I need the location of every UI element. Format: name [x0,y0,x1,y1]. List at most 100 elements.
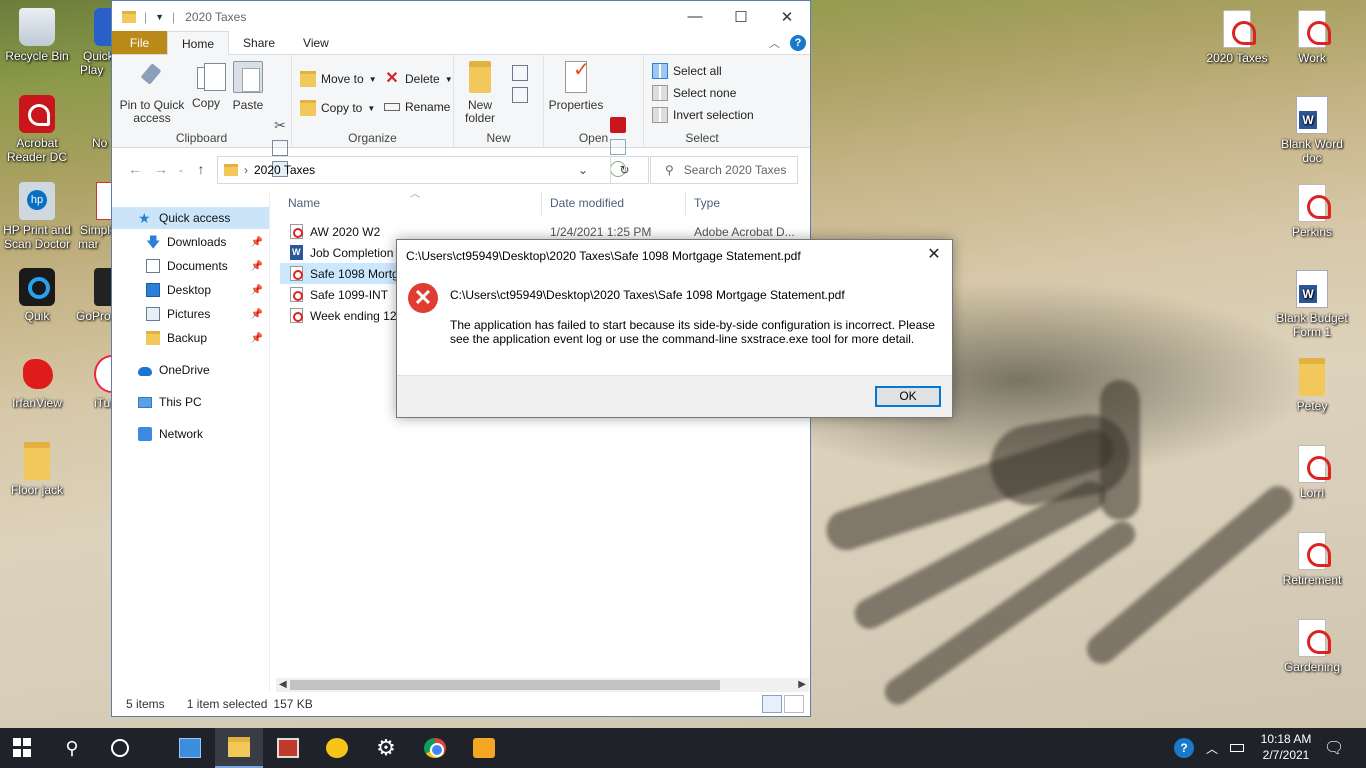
desktop-icon-gopro[interactable]: GoPro [74,268,112,323]
details-view-icon[interactable] [762,695,782,713]
nav-documents[interactable]: Documents 📌 [112,255,269,277]
help-icon[interactable]: ? [790,35,806,51]
desktop-icon-work[interactable]: Work [1275,10,1349,65]
scroll-right-icon[interactable]: ▶ [798,678,806,692]
desktop-icon-acrobat-reader[interactable]: Acrobat Reader DC [0,95,74,164]
copy-button[interactable]: Copy [190,61,226,110]
quik-icon [19,268,55,306]
pin-to-quick-access-button[interactable]: Pin to Quick access [116,61,188,125]
tab-share[interactable]: Share [229,31,289,54]
select-none-button[interactable]: Select none [652,85,736,101]
desktop-icon-perkins[interactable]: Perkins [1275,184,1349,239]
nav-backup[interactable]: Backup 📌 [112,327,269,349]
desktop-icon-lorri[interactable]: Lorri [1275,445,1349,500]
nav-network[interactable]: Network [112,423,269,445]
tab-home[interactable]: Home [167,31,230,55]
word-file-icon [1296,96,1328,134]
nav-this-pc[interactable]: This PC [112,391,269,413]
quick-access-dropdown-icon[interactable]: ▼ [155,12,164,22]
taskbar-settings[interactable]: ⚙ [362,728,410,768]
desktop-icon-simple[interactable]: Simple mar [78,182,112,251]
nav-desktop[interactable]: Desktop 📌 [112,279,269,301]
search-input[interactable]: ⚲ Search 2020 Taxes [650,156,798,184]
help-tray-icon[interactable]: ? [1174,728,1194,768]
desktop-icon-petey[interactable]: Petey [1275,358,1349,413]
back-arrow-icon[interactable]: ← [122,161,148,177]
address-bar[interactable]: › 2020 Taxes ⌄ [217,156,649,184]
nav-pictures[interactable]: Pictures 📌 [112,303,269,325]
desktop-icon-floor-jack[interactable]: Floor jack [0,442,74,497]
large-icons-view-icon[interactable] [784,695,804,713]
clock[interactable]: 10:18 AM 2/7/2021 [1256,731,1316,763]
horizontal-scrollbar[interactable]: ◀ ▶ [276,678,809,692]
nav-onedrive[interactable]: OneDrive [112,359,269,381]
select-group-label: Select [685,131,719,145]
dialog-close-button[interactable]: ✕ [922,244,946,266]
file-explorer-icon [228,737,250,757]
taskbar-photos[interactable] [264,728,312,768]
taskbar-chrome[interactable] [411,728,459,768]
desktop-icon-recycle-bin[interactable]: Recycle Bin [0,8,74,63]
desktop-icon-irfanview[interactable]: IrfanView [0,355,74,410]
pin-icon: 📌 [250,284,263,296]
up-arrow-icon[interactable]: ↑ [188,161,214,177]
title-bar[interactable]: | ▼ | 2020 Taxes — ☐ ✕ [112,1,810,32]
dropdown-arrow-icon: ▼ [368,74,377,84]
nav-downloads[interactable]: 🡇 Downloads 📌 [112,231,269,253]
desktop-icon-quik[interactable]: Quik [0,268,74,323]
taskbar-media-player[interactable] [460,728,508,768]
scrollbar-thumb[interactable] [290,680,720,690]
breadcrumb[interactable]: 2020 Taxes [254,163,315,177]
dropdown-arrow-icon: ▼ [367,103,376,113]
taskbar-norton[interactable] [313,728,361,768]
desktop-icon-blank-budget-form[interactable]: Blank Budget Form 1 [1275,270,1349,339]
taskbar-control-panel[interactable] [166,728,214,768]
search-button[interactable]: ⚲ [48,728,96,768]
select-all-button[interactable]: Select all [652,63,722,79]
desktop-icon-blank-word-doc[interactable]: Blank Word doc [1275,96,1349,165]
select-all-icon [652,63,668,79]
new-item-icon[interactable] [512,65,528,81]
properties-button[interactable]: Properties [548,61,604,112]
delete-button[interactable]: ✕ Delete ▼ [384,71,452,87]
refresh-button[interactable]: ↻ [610,156,638,184]
column-header-type[interactable]: Type [686,191,810,215]
column-header-name[interactable]: Name [280,191,542,215]
control-panel-icon [179,738,201,758]
desktop-icon-no[interactable]: No [80,95,112,150]
move-to-button[interactable]: Move to ▼ [300,71,377,87]
documents-icon [146,259,160,273]
nav-quick-access[interactable]: ★ Quick access [112,207,269,229]
ok-button[interactable]: OK [875,386,941,407]
desktop-icon-gardening[interactable]: Gardening [1275,619,1349,674]
address-dropdown-icon[interactable]: ⌄ [578,163,588,177]
tab-file[interactable]: File [112,31,167,54]
notifications-icon[interactable]: 🗨 [1324,728,1344,768]
desktop-icon-hp-print-scan[interactable]: HP Print and Scan Doctor [0,182,74,251]
recent-locations-icon[interactable]: ⌄ [174,165,188,174]
copy-to-button[interactable]: Copy to ▼ [300,100,375,116]
battery-icon[interactable] [1230,728,1244,768]
collapse-ribbon-icon[interactable]: ︿ [769,35,780,51]
column-header-date-modified[interactable]: Date modified [542,191,686,215]
desktop-icon-retirement[interactable]: Retirement [1275,532,1349,587]
rename-button[interactable]: Rename [384,100,450,114]
scroll-left-icon[interactable]: ◀ [279,678,287,692]
task-view-button[interactable] [96,728,144,768]
new-folder-button[interactable]: New folder [458,61,502,125]
desktop-icon-itunes[interactable]: iTu [80,355,112,410]
close-button[interactable]: ✕ [764,1,810,32]
invert-selection-button[interactable]: Invert selection [652,107,754,123]
tab-view[interactable]: View [289,31,343,54]
gopro-icon [94,268,112,306]
easy-access-icon[interactable] [512,87,528,103]
maximize-button[interactable]: ☐ [718,1,764,32]
desktop-icon-2020-taxes[interactable]: 2020 Taxes [1200,10,1274,65]
paste-button[interactable]: Paste [230,61,266,112]
start-button[interactable] [0,728,48,768]
minimize-button[interactable]: — [672,1,718,32]
show-hidden-icons-icon[interactable]: ︿ [1206,728,1218,768]
taskbar-file-explorer[interactable] [215,728,263,768]
forward-arrow-icon[interactable]: → [148,161,174,177]
word-file-icon [1296,270,1328,308]
